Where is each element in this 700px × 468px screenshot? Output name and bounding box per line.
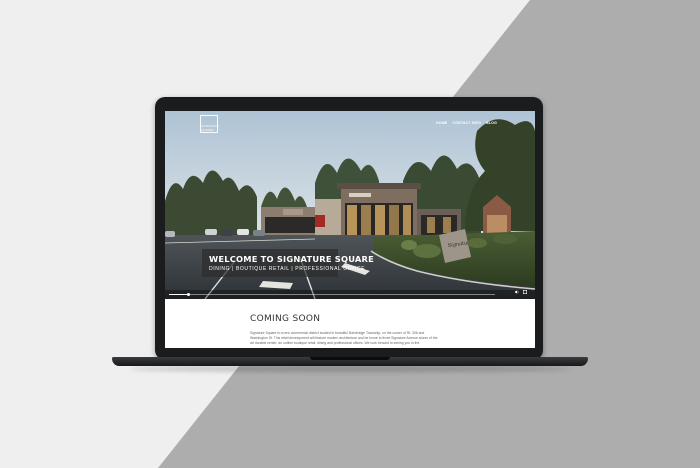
video-progress-knob[interactable] — [187, 293, 191, 296]
welcome-title: WELCOME TO SIGNATURE SQUARE — [209, 254, 374, 264]
fullscreen-icon[interactable] — [523, 290, 527, 294]
nav-contact-info[interactable]: CONTACT INFO — [452, 121, 481, 125]
welcome-subtitle: DINING | BOUTIQUE RETAIL | PROFESSIONAL … — [209, 266, 366, 272]
nav-home[interactable]: HOME — [436, 121, 447, 125]
laptop-screen: Signature SIGNATURE SQUARE HOME CONTACT … — [165, 111, 535, 348]
volume-icon[interactable] — [515, 290, 519, 294]
laptop-shadow — [130, 366, 570, 372]
site-logo-text[interactable]: SIGNATURE SQUARE — [200, 124, 222, 132]
top-nav: HOME CONTACT INFO BLOG — [436, 121, 497, 125]
laptop-notch — [310, 357, 390, 360]
video-progress-bar[interactable] — [169, 293, 495, 296]
welcome-banner: WELCOME TO SIGNATURE SQUARE DINING | BOU… — [202, 249, 374, 277]
intro-paragraph: Signature Square is a new commercial dis… — [250, 331, 438, 345]
main-content: COMING SOON Signature Square is a new co… — [165, 299, 535, 348]
nav-blog[interactable]: BLOG — [486, 121, 497, 125]
video-controls — [165, 290, 535, 299]
hero-section: Signature SIGNATURE SQUARE HOME CONTACT … — [165, 111, 535, 299]
video-progress-fill — [169, 294, 189, 295]
coming-soon-heading: COMING SOON — [250, 314, 321, 324]
